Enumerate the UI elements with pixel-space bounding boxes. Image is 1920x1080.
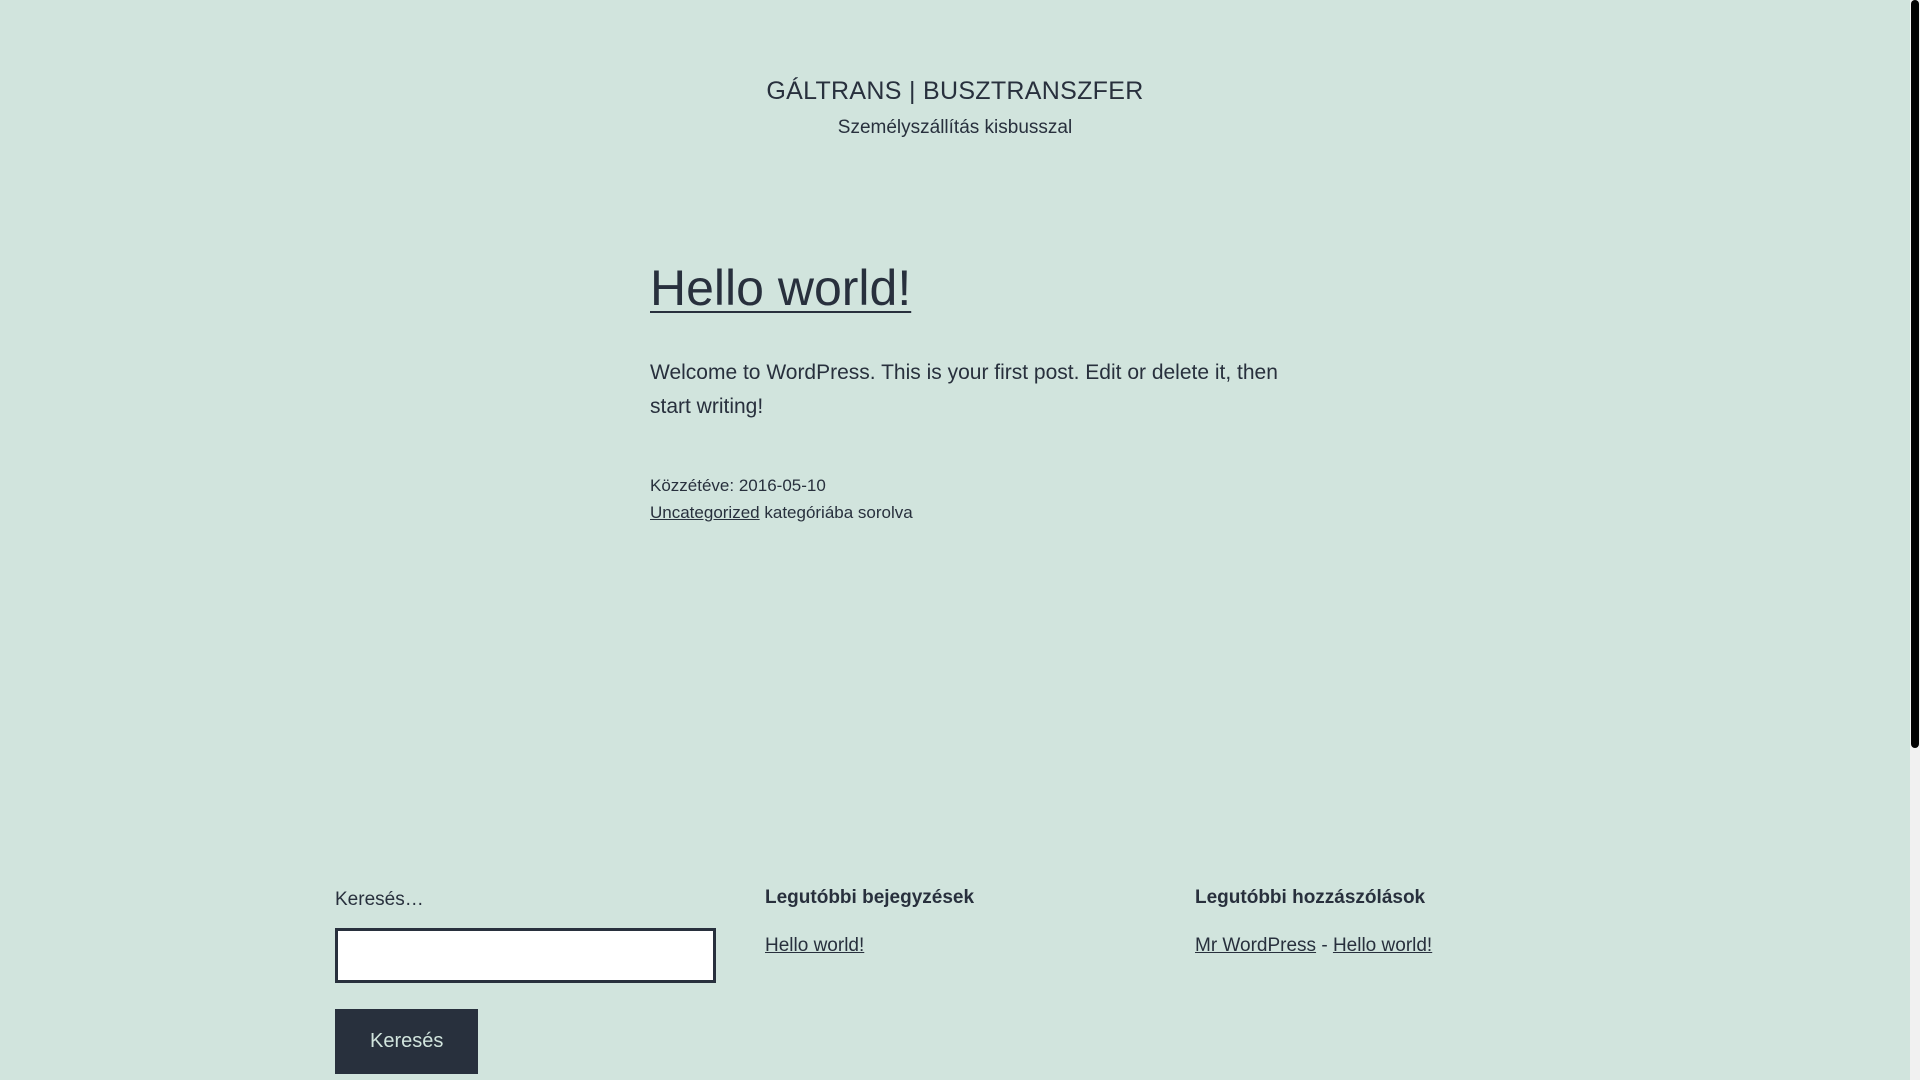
post-title: Hello world! bbox=[650, 256, 1280, 320]
page: GÁLTRANS | BUSZTRANSZFER Személyszállítá… bbox=[0, 0, 1920, 1080]
search-label: Keresés… bbox=[335, 889, 424, 910]
post-title-link[interactable]: Hello world! bbox=[650, 260, 911, 316]
post-published: Közzétéve: 2016-05-10 bbox=[650, 472, 1280, 499]
site-title[interactable]: GÁLTRANS | BUSZTRANSZFER bbox=[0, 74, 1910, 108]
recent-comments-widget: Legutóbbi hozzászólások Mr WordPress - H… bbox=[1195, 884, 1585, 960]
scrollbar-thumb[interactable] bbox=[1911, 0, 1919, 748]
recent-posts-widget: Legutóbbi bejegyzések Hello world! bbox=[765, 884, 1145, 960]
search-input[interactable] bbox=[335, 928, 716, 983]
list-item: Hello world! bbox=[765, 932, 1145, 960]
recent-post-link[interactable]: Hello world! bbox=[765, 935, 864, 956]
comment-separator: - bbox=[1321, 935, 1328, 956]
recent-comments-list: Mr WordPress - Hello world! bbox=[1195, 932, 1585, 960]
search-button[interactable]: Keresés bbox=[335, 1009, 479, 1074]
post-category: Uncategorized kategóriába sorolva bbox=[650, 499, 1280, 526]
post-meta: Közzétéve: 2016-05-10 Uncategorized kate… bbox=[650, 472, 1280, 526]
footer-widgets: Keresés… Keresés Legutóbbi bejegyzések H… bbox=[335, 884, 1585, 1080]
list-item: Mr WordPress - Hello world! bbox=[1195, 932, 1585, 960]
site-tagline: Személyszállítás kisbusszal bbox=[837, 117, 1073, 138]
post-content: Welcome to WordPress. This is your first… bbox=[650, 361, 1278, 418]
published-label: Közzétéve: bbox=[650, 476, 735, 495]
category-link[interactable]: Uncategorized bbox=[650, 503, 760, 522]
site-header: GÁLTRANS | BUSZTRANSZFER Személyszállítá… bbox=[0, 74, 1910, 140]
post-article: Hello world! Welcome to WordPress. This … bbox=[650, 256, 1280, 526]
category-suffix: kategóriába sorolva bbox=[764, 503, 913, 522]
search-widget: Keresés… Keresés bbox=[335, 884, 720, 1074]
published-date: 2016-05-10 bbox=[738, 476, 826, 495]
recent-posts-title: Legutóbbi bejegyzések bbox=[765, 887, 975, 908]
page-scrollbar[interactable] bbox=[1910, 0, 1920, 1080]
comment-post-link[interactable]: Hello world! bbox=[1333, 935, 1432, 956]
recent-posts-list: Hello world! bbox=[765, 932, 1145, 960]
comment-author-link[interactable]: Mr WordPress bbox=[1195, 935, 1316, 956]
recent-comments-title: Legutóbbi hozzászólások bbox=[1195, 887, 1426, 908]
